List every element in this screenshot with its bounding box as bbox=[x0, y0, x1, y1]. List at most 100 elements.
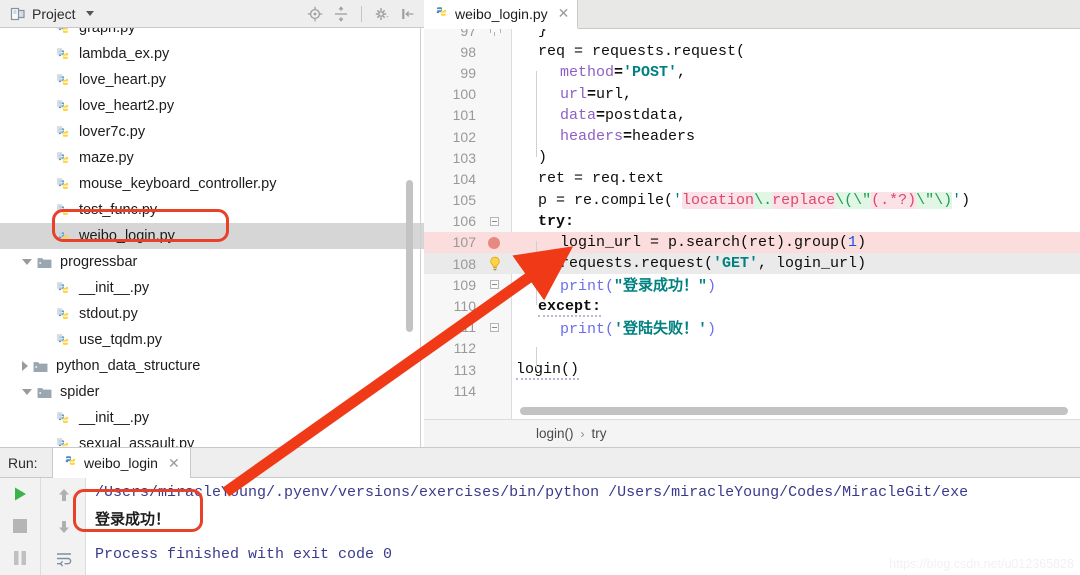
tree-file-use-tqdm-py[interactable]: use_tqdm.py bbox=[0, 327, 424, 353]
line-number: 99 bbox=[460, 64, 476, 81]
gutter-marker[interactable] bbox=[482, 232, 512, 253]
tree-folder-spider[interactable]: spider bbox=[0, 379, 424, 405]
tree-folder-python-data-structure[interactable]: python_data_structure bbox=[0, 353, 424, 379]
code-line-114[interactable]: 114 bbox=[424, 380, 1080, 401]
project-panel: Project graph.py lambda_ex.py love_heart… bbox=[0, 0, 424, 447]
code-area[interactable]: 97} 98 req = requests.request(99 method='PO… bbox=[424, 29, 1080, 419]
lightbulb-icon[interactable] bbox=[488, 256, 502, 272]
panel-divider bbox=[420, 28, 421, 447]
tree-folder-progressbar[interactable]: progressbar bbox=[0, 249, 424, 275]
code-line-101[interactable]: 101 data=postdata, bbox=[424, 105, 1080, 126]
python-file-icon bbox=[56, 125, 76, 140]
gutter-marker[interactable] bbox=[482, 211, 512, 232]
run-tab-label: weibo_login bbox=[84, 455, 158, 471]
tree-item-label: sexual_assault.py bbox=[79, 436, 195, 447]
run-icon[interactable] bbox=[8, 482, 32, 506]
tree-file-init-py[interactable]: __init__.py bbox=[0, 275, 424, 301]
close-icon[interactable]: ✕ bbox=[168, 455, 180, 472]
gutter-marker[interactable] bbox=[482, 147, 512, 168]
gear-icon[interactable] bbox=[374, 6, 390, 22]
editor-tab-label: weibo_login.py bbox=[455, 5, 548, 22]
tree-file-maze-py[interactable]: maze.py bbox=[0, 145, 424, 171]
editor-tab-weibo-login[interactable]: weibo_login.py ✕ bbox=[424, 0, 579, 29]
code-line-113[interactable]: 113 login() bbox=[424, 359, 1080, 381]
breadcrumb-item-0[interactable]: login() bbox=[536, 426, 574, 441]
chevron-right-icon[interactable] bbox=[22, 361, 28, 371]
tree-file-graph-py[interactable]: graph.py bbox=[0, 28, 424, 41]
chevron-down-icon[interactable] bbox=[22, 389, 32, 395]
code-line-98[interactable]: 98 req = requests.request( bbox=[424, 41, 1080, 62]
gutter-marker[interactable] bbox=[482, 168, 512, 189]
tree-file-mouse-keyboard-controller-py[interactable]: mouse_keyboard_controller.py bbox=[0, 171, 424, 197]
run-tab-weibo-login[interactable]: weibo_login ✕ bbox=[52, 448, 191, 478]
line-number: 101 bbox=[452, 107, 476, 124]
gutter-marker[interactable] bbox=[482, 126, 512, 147]
code-line-102[interactable]: 102 headers=headers bbox=[424, 126, 1080, 147]
chevron-down-icon[interactable] bbox=[85, 11, 94, 16]
collapse-all-icon[interactable] bbox=[333, 6, 349, 22]
fold-marker-icon[interactable] bbox=[490, 322, 499, 332]
breadcrumb-item-1[interactable]: try bbox=[592, 426, 607, 441]
tree-file-test-func-py[interactable]: test_func.py bbox=[0, 197, 424, 223]
gutter-marker[interactable] bbox=[482, 190, 512, 211]
project-scrollbar[interactable] bbox=[406, 180, 413, 332]
gutter-marker[interactable] bbox=[482, 105, 512, 126]
line-number: 98 bbox=[460, 43, 476, 60]
indent-guide-3 bbox=[536, 347, 537, 369]
tree-file-lover7c-py[interactable]: lover7c.py bbox=[0, 119, 424, 145]
code-line-104[interactable]: 104 ret = req.text bbox=[424, 168, 1080, 189]
run-panel: Run: weibo_login ✕ /Users/miracleYoung/.… bbox=[0, 447, 1080, 575]
gutter-marker[interactable] bbox=[482, 380, 512, 401]
tree-file-lambda-ex-py[interactable]: lambda_ex.py bbox=[0, 41, 424, 67]
python-file-icon bbox=[56, 229, 76, 244]
gutter-marker[interactable] bbox=[482, 317, 512, 338]
line-number: 102 bbox=[452, 128, 476, 145]
fold-marker-icon[interactable] bbox=[490, 216, 499, 226]
project-title-group[interactable]: Project bbox=[0, 6, 94, 22]
pause-icon[interactable] bbox=[8, 546, 32, 570]
code-line-99[interactable]: 99 method='POST', bbox=[424, 62, 1080, 83]
code-text: url=url, bbox=[560, 85, 633, 103]
tree-file-stdout-py[interactable]: stdout.py bbox=[0, 301, 424, 327]
soft-wrap-icon[interactable] bbox=[51, 546, 77, 572]
code-line-110[interactable]: 110 except: bbox=[424, 295, 1080, 317]
chevron-down-icon[interactable] bbox=[22, 259, 32, 265]
project-file-tree[interactable]: graph.py lambda_ex.py love_heart.py love_he… bbox=[0, 28, 424, 447]
gutter-marker[interactable] bbox=[482, 41, 512, 62]
gutter-marker[interactable] bbox=[482, 274, 512, 295]
code-line-109[interactable]: 109 print("登录成功！") bbox=[424, 274, 1080, 296]
tree-file-love-heart-py[interactable]: love_heart.py bbox=[0, 67, 424, 93]
code-line-111[interactable]: 111 print('登陆失败！') bbox=[424, 317, 1080, 338]
tree-file-sexual-assault-py[interactable]: sexual_assault.py bbox=[0, 431, 424, 447]
breakpoint-icon[interactable] bbox=[488, 236, 500, 249]
code-line-112[interactable]: 112 bbox=[424, 338, 1080, 359]
hide-panel-icon[interactable] bbox=[400, 6, 416, 22]
code-line-108[interactable]: 108 requests.request('GET', login_url) bbox=[424, 253, 1080, 275]
gutter-marker[interactable] bbox=[482, 84, 512, 105]
gutter-marker[interactable] bbox=[482, 295, 512, 316]
close-icon[interactable]: ✕ bbox=[558, 5, 570, 22]
tree-item-label: __init__.py bbox=[79, 410, 150, 426]
code-line-103[interactable]: 103) bbox=[424, 147, 1080, 168]
code-line-106[interactable]: 106 try: bbox=[424, 211, 1080, 232]
fold-marker-icon[interactable] bbox=[490, 280, 499, 290]
code-line-107[interactable]: 107 login_url = p.search(ret).group(1) bbox=[424, 231, 1080, 254]
code-line-97[interactable]: 97} bbox=[424, 29, 1080, 41]
tree-file-init-py[interactable]: __init__.py bbox=[0, 405, 424, 431]
breadcrumb[interactable]: login() › try bbox=[424, 419, 1080, 447]
editor-horizontal-scrollbar[interactable] bbox=[520, 407, 1068, 415]
code-line-100[interactable]: 100 url=url, bbox=[424, 84, 1080, 105]
gutter-marker[interactable] bbox=[482, 62, 512, 83]
gutter-marker[interactable] bbox=[482, 253, 512, 274]
gutter-marker[interactable] bbox=[482, 29, 512, 41]
tree-file-love-heart2-py[interactable]: love_heart2.py bbox=[0, 93, 424, 119]
locate-icon[interactable] bbox=[307, 6, 323, 22]
fold-marker-icon[interactable] bbox=[490, 29, 501, 37]
tree-file-weibo-login-py[interactable]: weibo_login.py bbox=[0, 223, 424, 249]
stop-icon[interactable] bbox=[8, 514, 32, 538]
code-line-105[interactable]: 105 p = re.compile('location\.replace\(\"… bbox=[424, 190, 1080, 211]
gutter-marker[interactable] bbox=[482, 359, 512, 380]
arrow-down-icon[interactable] bbox=[51, 514, 77, 540]
gutter-marker[interactable] bbox=[482, 338, 512, 359]
arrow-up-icon[interactable] bbox=[51, 482, 77, 508]
